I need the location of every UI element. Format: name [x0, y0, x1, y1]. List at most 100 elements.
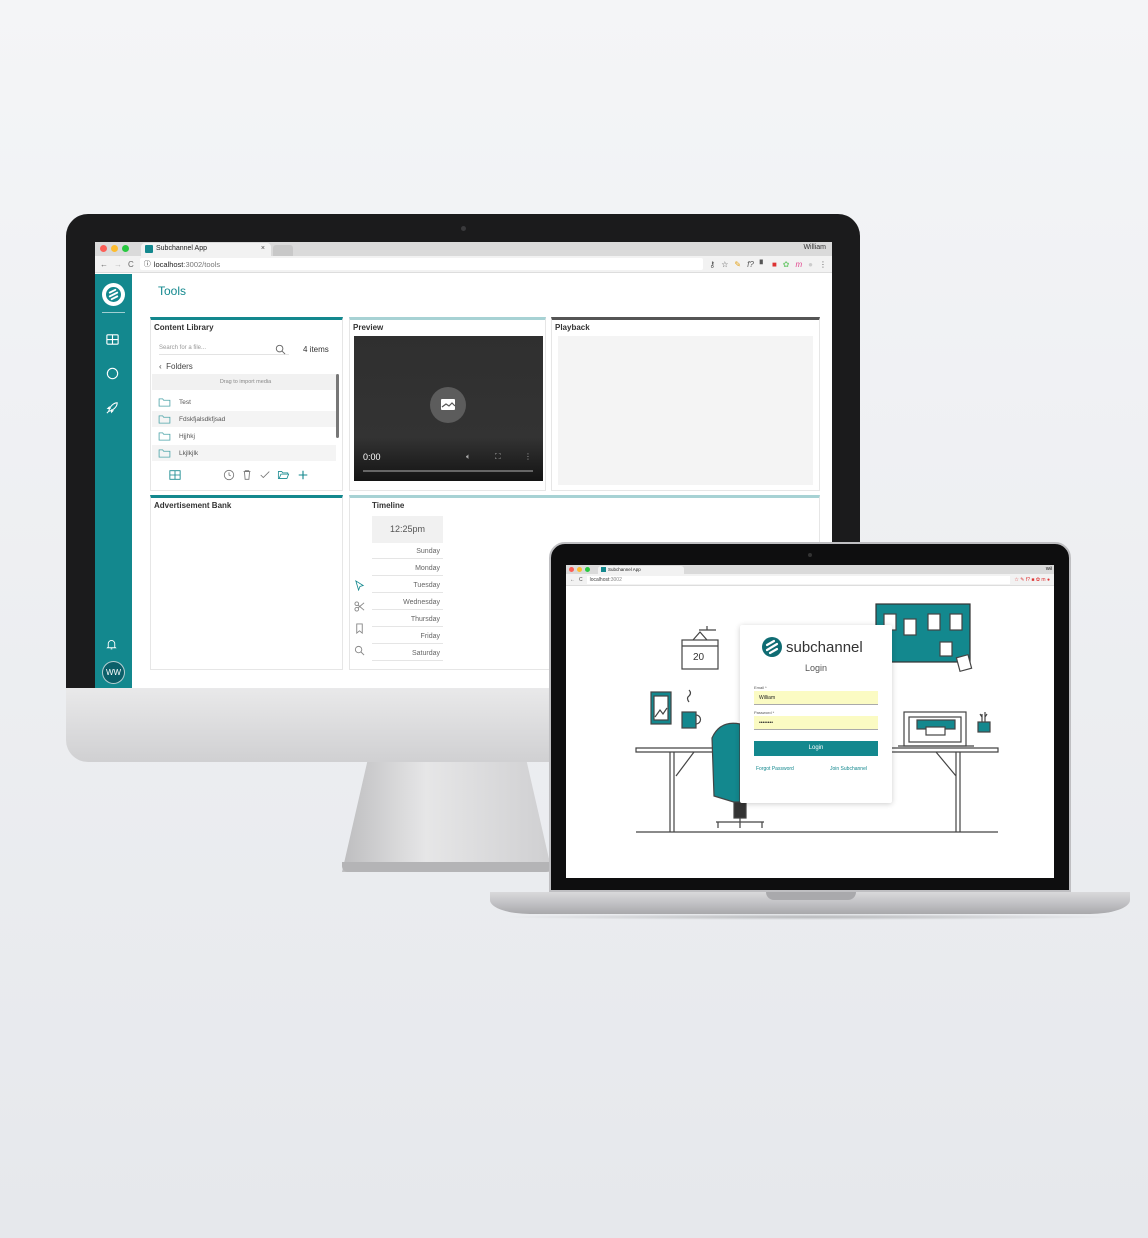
folder-name: Fdskfjalsdkfjsad — [179, 415, 226, 423]
close-dot[interactable] — [569, 567, 574, 572]
reload-icon[interactable]: C — [128, 260, 134, 269]
timeline-day[interactable]: Thursday — [372, 613, 443, 627]
close-dot[interactable] — [100, 245, 107, 252]
video-time: 0:00 — [363, 452, 381, 462]
tab-title: Subchannel App — [608, 567, 641, 572]
tab-bar: Subchannel App Wil — [566, 565, 1054, 574]
email-label: Email * — [754, 685, 767, 690]
camera — [808, 553, 812, 557]
folders-label: Folders — [166, 362, 193, 371]
back-icon[interactable]: ← — [100, 260, 108, 269]
scrollbar[interactable] — [336, 374, 339, 438]
url-field[interactable]: localhost:3002 — [586, 575, 1011, 584]
window-controls — [569, 567, 590, 572]
menu-icon[interactable]: ⋮ — [819, 260, 827, 269]
open-folder-icon[interactable] — [277, 468, 290, 481]
fullscreen-icon[interactable]: ⛶ — [495, 452, 501, 462]
broken-image-icon[interactable] — [430, 387, 466, 423]
avatar[interactable]: WW — [102, 661, 125, 684]
reload-icon[interactable]: C — [579, 577, 583, 583]
logo-icon — [762, 637, 782, 657]
new-tab-button[interactable] — [273, 245, 293, 256]
fx-icon[interactable]: f? — [747, 260, 754, 269]
red-ext-icon[interactable]: ■ — [772, 260, 777, 269]
panel-title: Preview — [353, 323, 384, 332]
timeline-day[interactable]: Friday — [372, 630, 443, 644]
logo-icon — [106, 287, 121, 302]
circle-ext-icon[interactable]: ● — [808, 260, 813, 269]
trash-icon[interactable] — [241, 468, 254, 481]
folder-item[interactable]: Fdskfjalsdkfjsad — [152, 411, 336, 427]
browser-tab[interactable]: Subchannel App × — [141, 243, 271, 256]
timeline-day[interactable]: Wednesday — [372, 596, 443, 610]
timeline-day[interactable]: Saturday — [372, 647, 443, 661]
bookmark-icon[interactable] — [354, 621, 366, 635]
add-icon[interactable] — [297, 468, 310, 481]
search-icon[interactable] — [275, 342, 286, 355]
grid-icon[interactable] — [105, 332, 122, 349]
panel-title: Content Library — [154, 323, 214, 332]
browser-tab[interactable]: Subchannel App — [598, 566, 684, 574]
brand: subchannel — [762, 637, 863, 657]
timeline-day[interactable]: Sunday — [372, 545, 443, 559]
star-icon[interactable]: ☆ — [721, 260, 728, 269]
tab-close-icon[interactable]: × — [261, 245, 265, 252]
puzzle-icon[interactable]: ▘ — [760, 260, 766, 269]
extensions: ⚷ ☆ ✎ f? ▘ ■ ✿ m ● ⋮ — [709, 260, 827, 269]
folder-icon — [158, 397, 171, 407]
password-field[interactable]: •••••••• — [754, 716, 878, 730]
video-player[interactable]: 0:00 🔈︎ ⛶ ⋮ — [354, 336, 543, 481]
zoom-icon[interactable] — [354, 643, 366, 656]
url-field[interactable]: ⓘ localhost:3002/tools — [139, 258, 704, 270]
m-ext-icon[interactable]: m — [795, 260, 802, 269]
extensions-icon[interactable]: ☆ ✎ f? ■ ✿ m ● — [1014, 577, 1050, 583]
key-icon[interactable]: ⚷ — [709, 260, 715, 269]
password-label: Password * — [754, 710, 775, 715]
folder-icon — [158, 414, 171, 424]
more-options-icon[interactable]: ⋮ — [524, 452, 532, 461]
maximize-dot[interactable] — [585, 567, 590, 572]
forgot-password-link[interactable]: Forgot Password — [756, 766, 794, 772]
maximize-dot[interactable] — [122, 245, 129, 252]
volume-icon[interactable]: 🔈︎ — [466, 452, 471, 462]
brush-icon[interactable]: ✎ — [734, 260, 741, 269]
address-bar-row: ← → C ⓘ localhost:3002/tools ⚷ ☆ ✎ f? ▘ … — [95, 256, 832, 273]
cursor-icon[interactable] — [354, 578, 366, 592]
clock-icon[interactable] — [223, 468, 236, 481]
circle-icon[interactable] — [105, 366, 122, 383]
folder-item[interactable]: Lkjlkjlk — [152, 445, 336, 461]
minimize-dot[interactable] — [577, 567, 582, 572]
url-path: :3002/tools — [183, 259, 221, 269]
camera — [461, 226, 466, 231]
video-progress[interactable] — [363, 470, 533, 472]
timeline-day[interactable]: Tuesday — [372, 579, 443, 593]
minimize-dot[interactable] — [111, 245, 118, 252]
folders-back-button[interactable]: ‹ Folders — [159, 362, 193, 371]
folder-item[interactable]: Test — [152, 394, 336, 410]
url-host: localhost — [153, 259, 184, 269]
email-field[interactable]: William — [754, 691, 878, 705]
folder-item[interactable]: Hjjhkj — [152, 428, 336, 444]
check-icon[interactable] — [259, 468, 272, 481]
green-ext-icon[interactable]: ✿ — [783, 260, 790, 269]
rocket-icon[interactable] — [105, 400, 122, 417]
app-logo[interactable] — [102, 283, 125, 306]
sidebar-divider — [102, 312, 125, 313]
browser-user[interactable]: William — [803, 244, 826, 251]
back-icon[interactable]: ← — [570, 577, 575, 583]
favicon-icon — [601, 567, 606, 572]
content-library-panel: Content Library Search for a file... 4 i… — [150, 317, 343, 491]
playback-panel: Playback — [551, 317, 820, 491]
login-button[interactable]: Login — [754, 741, 878, 756]
bell-icon[interactable] — [105, 638, 122, 655]
join-link[interactable]: Join Subchannel — [830, 766, 867, 772]
drop-zone[interactable]: Drag to import media — [152, 374, 339, 390]
panel-title: Advertisement Bank — [154, 501, 232, 510]
scissors-icon[interactable] — [354, 599, 366, 612]
search-input[interactable]: Search for a file... — [159, 345, 289, 355]
grid-view-icon[interactable] — [169, 468, 182, 481]
laptop-screen: Subchannel App Wil ← C localhost:3002 ☆ … — [566, 565, 1054, 878]
forward-icon[interactable]: → — [114, 260, 122, 269]
timeline-day[interactable]: Monday — [372, 562, 443, 576]
browser-user[interactable]: Wil — [1046, 566, 1052, 571]
